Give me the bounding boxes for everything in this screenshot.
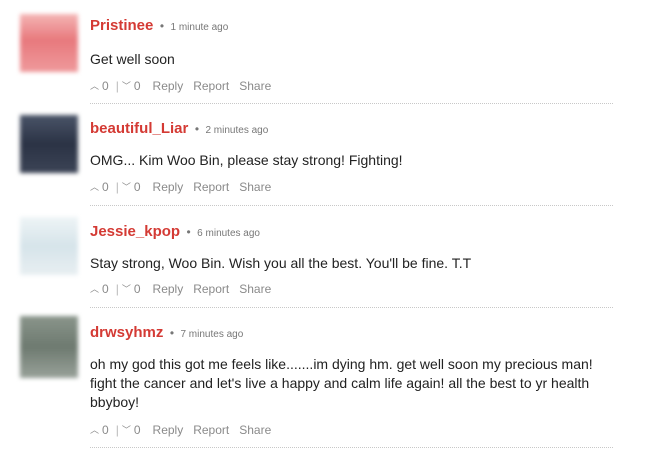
timestamp[interactable]: 1 minute ago <box>170 22 228 33</box>
downvote-count: 0 <box>133 422 141 437</box>
upvote-icon[interactable]: ︿ <box>90 78 99 94</box>
timestamp[interactable]: 2 minutes ago <box>205 125 268 136</box>
vote-separator: | <box>115 179 119 194</box>
downvote-count: 0 <box>133 281 141 296</box>
upvote-icon[interactable]: ︿ <box>90 281 99 297</box>
comment-text: oh my god this got me feels like.......i… <box>90 356 593 410</box>
comment-header: drwsyhmz • 7 minutes ago <box>90 323 243 345</box>
comment-actions: ︿ 0 | ﹀ 0 Reply Report Share <box>90 77 271 94</box>
timestamp[interactable]: 7 minutes ago <box>180 329 243 340</box>
comment-text: Stay strong, Woo Bin. Wish you all the b… <box>90 255 472 271</box>
username[interactable]: beautiful_Liar <box>90 120 188 137</box>
downvote-count: 0 <box>133 179 141 194</box>
bullet: • <box>169 326 175 340</box>
share-button[interactable]: Share <box>239 78 271 94</box>
downvote-count: 0 <box>133 78 141 93</box>
username[interactable]: drwsyhmz <box>90 324 163 341</box>
comment-text: OMG... Kim Woo Bin, please stay strong! … <box>90 152 403 168</box>
report-button[interactable]: Report <box>193 78 229 94</box>
bullet: • <box>194 122 200 136</box>
username[interactable]: Pristinee <box>90 17 153 34</box>
reply-button[interactable]: Reply <box>153 78 184 94</box>
comment-header: beautiful_Liar • 2 minutes ago <box>90 119 268 141</box>
downvote-icon[interactable]: ﹀ <box>122 179 131 195</box>
upvote-icon[interactable]: ︿ <box>90 179 99 195</box>
comment-actions: ︿ 0 | ﹀ 0 Reply Report Share <box>90 280 271 297</box>
share-button[interactable]: Share <box>239 281 271 297</box>
reply-button[interactable]: Reply <box>153 422 184 438</box>
upvote-count: 0 <box>102 78 109 93</box>
upvote-icon[interactable]: ︿ <box>90 422 99 438</box>
share-button[interactable]: Share <box>239 179 271 195</box>
downvote-icon[interactable]: ﹀ <box>122 78 131 94</box>
upvote-count: 0 <box>102 422 109 437</box>
comments-page: { "comments": [ { "username": "Pristinee… <box>0 0 660 450</box>
bullet: • <box>159 19 165 33</box>
upvote-count: 0 <box>102 179 109 194</box>
username[interactable]: Jessie_kpop <box>90 223 180 240</box>
comment-divider <box>90 447 613 448</box>
comment-actions: ︿ 0 | ﹀ 0 Reply Report Share <box>90 178 271 195</box>
reply-button[interactable]: Reply <box>153 179 184 195</box>
comment-divider <box>90 205 613 206</box>
comment-divider <box>90 103 613 104</box>
downvote-icon[interactable]: ﹀ <box>122 281 131 297</box>
vote-separator: | <box>115 78 119 93</box>
upvote-count: 0 <box>102 281 109 296</box>
bullet: • <box>186 225 191 239</box>
avatar[interactable] <box>20 115 78 173</box>
avatar[interactable] <box>20 14 78 72</box>
reply-button[interactable]: Reply <box>153 281 184 297</box>
timestamp[interactable]: 6 minutes ago <box>197 228 260 239</box>
avatar[interactable] <box>20 316 78 378</box>
downvote-icon[interactable]: ﹀ <box>122 422 131 438</box>
report-button[interactable]: Report <box>193 422 229 438</box>
vote-separator: | <box>115 281 119 296</box>
share-button[interactable]: Share <box>239 422 271 438</box>
comment-header: Jessie_kpop • 6 minutes ago <box>90 222 260 244</box>
comment-header: Pristinee • 1 minute ago <box>90 16 228 38</box>
comment-actions: ︿ 0 | ﹀ 0 Reply Report Share <box>90 421 271 438</box>
comment-divider <box>90 307 613 308</box>
avatar[interactable] <box>20 217 78 275</box>
comment-text: Get well soon <box>90 51 175 67</box>
vote-separator: | <box>115 422 119 437</box>
report-button[interactable]: Report <box>193 179 229 195</box>
report-button[interactable]: Report <box>193 281 229 297</box>
